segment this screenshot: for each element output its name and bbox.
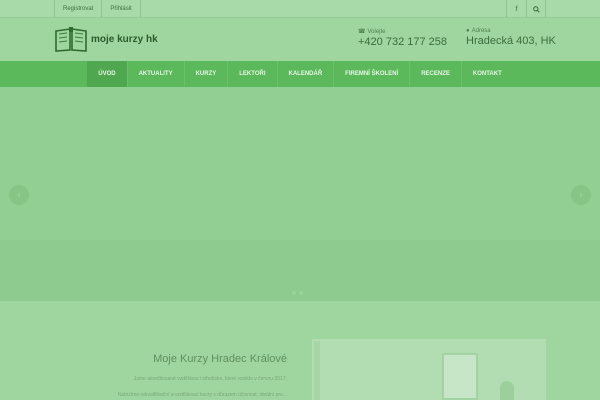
- intro-text-line: Nabízíme rekvalifikační a vzdělávací kur…: [117, 392, 287, 398]
- account-links: Registrovat Přihlásit: [54, 0, 141, 18]
- login-link[interactable]: Přihlásit: [102, 0, 141, 18]
- address-contact: ● Adresa Hradecká 403, HK: [466, 28, 556, 47]
- phone-number[interactable]: +420 732 177 258: [358, 36, 447, 48]
- main-nav: ÚVOD AKTUALITY KURZY LEKTOŘI KALENDÁŘ FI…: [0, 61, 600, 87]
- intro-section: Moje Kurzy Hradec Králové Jsme akreditov…: [0, 301, 600, 400]
- site-logo[interactable]: moje kurzy hk: [54, 27, 158, 52]
- register-link[interactable]: Registrovat: [54, 0, 103, 18]
- site-header: moje kurzy hk ☎ Volejte +420 732 177 258 …: [0, 18, 600, 61]
- intro-title: Moje Kurzy Hradec Králové: [153, 353, 287, 365]
- nav-item-recenze[interactable]: RECENZE: [410, 61, 462, 87]
- address-label: Adresa: [471, 28, 491, 34]
- phone-contact: ☎ Volejte +420 732 177 258: [358, 28, 447, 49]
- slider-next-button[interactable]: ›: [571, 185, 591, 205]
- slider-dot[interactable]: [292, 291, 296, 295]
- slider-prev-button[interactable]: ‹: [9, 185, 29, 205]
- facebook-icon[interactable]: f: [506, 0, 526, 18]
- search-icon[interactable]: [526, 0, 546, 18]
- photo-window: [442, 353, 478, 400]
- address-value: Hradecká 403, HK: [466, 35, 556, 47]
- nav-item-aktuality[interactable]: AKTUALITY: [128, 61, 185, 87]
- phone-label: Volejte: [367, 28, 386, 35]
- nav-item-kontakt[interactable]: KONTAKT: [462, 61, 513, 87]
- phone-icon: ☎: [358, 29, 366, 35]
- nav-item-uvod[interactable]: ÚVOD: [87, 61, 128, 87]
- intro-text-line: Jsme akreditované vzdělávací středisko, …: [133, 376, 287, 382]
- top-bar: Registrovat Přihlásit f: [0, 0, 600, 18]
- book-logo-icon: [55, 27, 87, 52]
- slider-dot[interactable]: [299, 291, 303, 295]
- nav-item-firemni-skoleni[interactable]: FIREMNÍ ŠKOLENÍ: [334, 61, 411, 87]
- photo-plant: [500, 381, 514, 400]
- classroom-photo: [312, 339, 546, 400]
- hero-slider: ‹ ›: [0, 87, 600, 301]
- top-bar-icons: f: [506, 0, 546, 18]
- nav-item-lektori[interactable]: LEKTOŘI: [228, 61, 278, 87]
- photo-door-frame: [314, 341, 320, 400]
- logo-text: moje kurzy hk: [91, 34, 158, 45]
- slider-dots: [292, 291, 306, 295]
- map-marker-icon: ●: [466, 28, 470, 34]
- nav-item-kalendar[interactable]: KALENDÁŘ: [278, 61, 335, 87]
- nav-item-kurzy[interactable]: KURZY: [185, 61, 229, 87]
